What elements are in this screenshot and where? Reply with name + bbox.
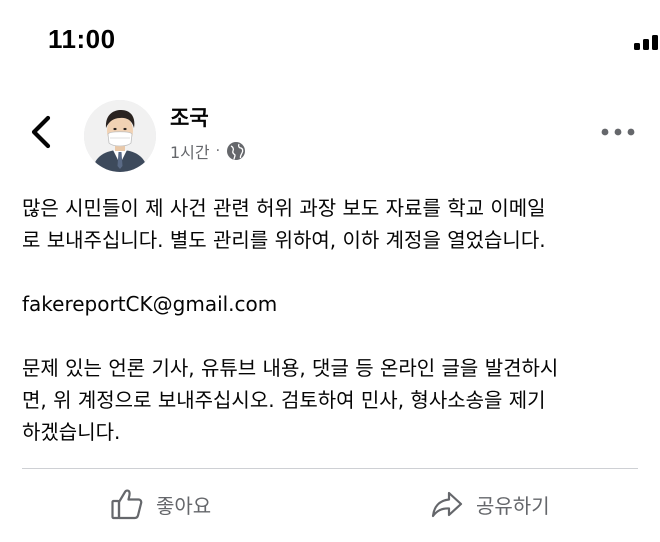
like-button[interactable]: 좋아요 [110,470,211,538]
share-arrow-icon [431,491,463,518]
post-text: 많은 시민들이 제 사건 관련 허위 과장 보도 자료를 학교 이메일 로 보내… [22,192,642,448]
post-line: 면, 위 계정으로 보내주십시오. 검토하여 민사, 형사소송을 제기 [22,388,546,412]
signal-icon [634,35,658,50]
divider [22,468,638,469]
post-header: 조국 1시간 · [0,96,660,176]
action-bar: 좋아요 공유하기 [0,470,660,538]
back-arrow-icon[interactable] [24,112,60,152]
post-meta: 1시간 · [170,140,246,162]
thumbs-up-icon [111,489,143,520]
like-label: 좋아요 [156,493,212,518]
post-time[interactable]: 1시간 [170,139,210,163]
post-email: fakereportCK@gmail.com [22,292,278,316]
avatar[interactable] [84,100,156,172]
post-line: 문제 있는 언론 기사, 유튜브 내용, 댓글 등 온라인 글을 발견하시 [22,356,559,380]
status-bar: 11:00 [0,0,660,80]
share-label: 공유하기 [476,493,550,518]
facebook-post-screen: 11:00 조국 1시간 · 많은 시민들이 제 사건 관련 허위 과장 보도 … [0,0,660,542]
author-name[interactable]: 조국 [170,102,209,132]
meta-separator: · [215,143,221,159]
globe-icon[interactable] [226,141,246,161]
post-line: 하겠습니다. [22,420,121,444]
avatar-illustration [84,100,156,172]
post-line: 많은 시민들이 제 사건 관련 허위 과장 보도 자료를 학교 이메일 [22,196,546,220]
status-time: 11:00 [48,24,116,54]
post-line: 로 보내주십니다. 별도 관리를 위하여, 이하 계정을 열었습니다. [22,228,546,252]
share-button[interactable]: 공유하기 [430,470,550,538]
more-options-icon[interactable] [600,124,636,140]
